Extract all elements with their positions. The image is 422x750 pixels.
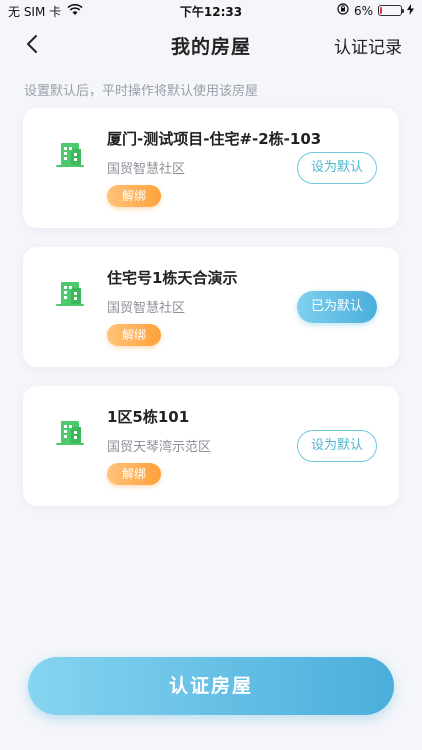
orientation-lock-icon <box>337 3 349 18</box>
status-right: 6% <box>337 3 414 18</box>
set-default-button[interactable]: 设为默认 <box>297 152 377 184</box>
unbind-button[interactable]: 解绑 <box>107 324 161 346</box>
community-name: 国贸天琴湾示范区 <box>107 440 212 455</box>
unbind-button[interactable]: 解绑 <box>107 463 161 485</box>
unbind-button[interactable]: 解绑 <box>107 185 161 207</box>
building-icon <box>55 279 85 307</box>
certify-house-button[interactable]: 认证房屋 <box>28 657 394 715</box>
default-status-button[interactable]: 已为默认 <box>297 291 377 323</box>
building-icon <box>55 140 85 168</box>
status-bar: 无 SIM 卡 下午12:33 6% <box>0 0 422 22</box>
house-name: 1区5栋101 <box>107 408 190 426</box>
certification-records-link[interactable]: 认证记录 <box>334 33 402 58</box>
building-icon <box>55 418 85 446</box>
community-name: 国贸智慧社区 <box>107 301 186 316</box>
house-name: 厦门-测试项目-住宅#-2栋-103 <box>107 130 322 148</box>
battery-icon <box>378 5 404 16</box>
nav-bar: 我的房屋 认证记录 <box>0 22 422 66</box>
house-name: 住宅号1栋天合演示 <box>107 269 238 287</box>
house-card: 住宅号1栋天合演示 国贸智慧社区 解绑 已为默认 <box>23 247 399 367</box>
community-name: 国贸智慧社区 <box>107 162 186 177</box>
house-card: 1区5栋101 国贸天琴湾示范区 解绑 设为默认 <box>23 386 399 506</box>
set-default-button[interactable]: 设为默认 <box>297 430 377 462</box>
house-card: 厦门-测试项目-住宅#-2栋-103 国贸智慧社区 解绑 设为默认 <box>23 108 399 228</box>
default-hint-text: 设置默认后，平时操作将默认使用该房屋 <box>24 84 259 99</box>
battery-percent: 6% <box>353 3 373 18</box>
charging-icon <box>407 3 414 18</box>
